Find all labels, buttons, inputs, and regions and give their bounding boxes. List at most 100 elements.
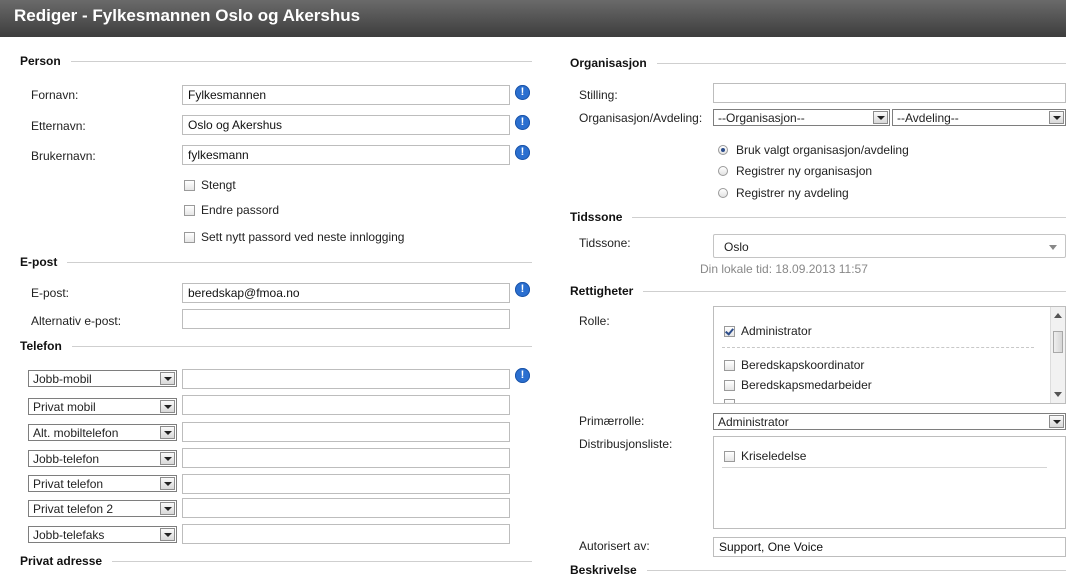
telefon-type-value: Jobb-telefaks [33,528,105,542]
distribusjon-item-kriseledelse[interactable]: Kriseledelse [724,449,806,463]
rolle-divider [722,347,1034,348]
telefon-type-select-7[interactable]: Jobb-telefaks [28,526,177,543]
distribusjon-kriseledelse-checkbox[interactable] [724,450,735,462]
telefon-type-select-6[interactable]: Privat telefon 2 [28,500,177,517]
telefon-input-1[interactable] [182,369,510,389]
endre-passord-checkbox-box[interactable] [184,204,195,216]
radio-ny-avdeling-dot[interactable] [718,188,728,198]
sett-nytt-passord-checkbox[interactable]: Sett nytt passord ved neste innlogging [184,230,404,244]
rolle-item-administrator[interactable]: Administrator [724,324,812,338]
telefon-type-select-3[interactable]: Alt. mobiltelefon [28,424,177,441]
dialog-title: Rediger - Fylkesmannen Oslo og Akershus [14,6,361,25]
fornavn-label: Fornavn: [31,88,79,102]
autorisert-label: Autorisert av: [579,539,650,553]
distribusjonsliste-listbox[interactable]: Kriseledelse [713,436,1066,529]
fornavn-info-icon[interactable]: ! [515,85,530,100]
endre-passord-checkbox[interactable]: Endre passord [184,203,279,217]
edit-form: Person Fornavn: Fylkesmannen ! Etternavn… [8,37,1066,577]
primaerrolle-select[interactable]: Administrator [713,413,1066,430]
chevron-down-icon[interactable] [160,426,175,439]
stengt-checkbox[interactable]: Stengt [184,178,236,192]
etternavn-input[interactable]: Oslo og Akershus [182,115,510,135]
section-organisasjon: Organisasjon [570,56,1066,70]
section-epost: E-post [20,255,532,269]
epost-input[interactable]: beredskap@fmoa.no [182,283,510,303]
radio-ny-avdeling-label: Registrer ny avdeling [736,186,849,200]
telefon-type-select-4[interactable]: Jobb-telefon [28,450,177,467]
telefon-type-select-5[interactable]: Privat telefon [28,475,177,492]
brukernavn-input[interactable]: fylkesmann [182,145,510,165]
distribusjonsliste-label: Distribusjonsliste: [579,437,673,451]
radio-ny-organisasjon-dot[interactable] [718,166,728,176]
radio-ny-organisasjon[interactable]: Registrer ny organisasjon [718,164,872,178]
scroll-up-icon[interactable] [1054,313,1062,318]
chevron-down-icon[interactable] [160,502,175,515]
autorisert-input: Support, One Voice [713,537,1066,557]
telefon-input-3[interactable] [182,422,510,442]
tidssone-select[interactable]: Oslo [713,234,1066,258]
etternavn-label: Etternavn: [31,119,86,133]
chevron-down-icon[interactable] [160,372,175,385]
rolle-item-partial [724,399,741,403]
rolle-item-beredskapsmedarbeider[interactable]: Beredskapsmedarbeider [724,378,872,392]
rolle-beredskapskoordinator-checkbox[interactable] [724,359,735,371]
fornavn-input[interactable]: Fylkesmannen [182,85,510,105]
section-tidssone-heading: Tidssone [570,210,623,224]
telefon-info-icon[interactable]: ! [515,368,530,383]
scroll-down-icon[interactable] [1054,392,1062,397]
telefon-type-select-1[interactable]: Jobb-mobil [28,370,177,387]
rolle-scrollbar[interactable] [1050,307,1065,403]
rolle-listbox[interactable]: Administrator Beredskapskoordinator Bere… [713,306,1066,404]
organisasjon-select[interactable]: --Organisasjon-- [713,109,890,126]
telefon-type-select-2[interactable]: Privat mobil [28,398,177,415]
telefon-input-6[interactable] [182,498,510,518]
stengt-checkbox-box[interactable] [184,179,195,191]
scroll-thumb[interactable] [1053,331,1063,353]
epost-label: E-post: [31,286,70,300]
alt-epost-input[interactable] [182,309,510,329]
rolle-item-beredskapskoordinator[interactable]: Beredskapskoordinator [724,358,864,372]
brukernavn-info-icon[interactable]: ! [515,145,530,160]
etternavn-info-icon[interactable]: ! [515,115,530,130]
section-epost-heading: E-post [20,255,58,269]
telefon-type-value: Jobb-mobil [33,372,92,386]
stilling-label: Stilling: [579,88,618,102]
radio-bruk-valgt[interactable]: Bruk valgt organisasjon/avdeling [718,143,909,157]
section-person: Person [20,54,532,68]
radio-ny-avdeling[interactable]: Registrer ny avdeling [718,186,849,200]
chevron-down-icon[interactable] [160,477,175,490]
telefon-input-7[interactable] [182,524,510,544]
rolle-beredskapsmedarbeider-checkbox[interactable] [724,379,735,391]
avdeling-select[interactable]: --Avdeling-- [892,109,1066,126]
rolle-administrator-checkbox[interactable] [724,325,735,337]
section-telefon-heading: Telefon [20,339,62,353]
rolle-partial-checkbox[interactable] [724,399,735,403]
chevron-down-icon[interactable] [160,400,175,413]
local-time-text: Din lokale tid: 18.09.2013 11:57 [700,262,868,276]
section-telefon: Telefon [20,339,532,353]
telefon-input-5[interactable] [182,474,510,494]
dialog-titlebar: Rediger - Fylkesmannen Oslo og Akershus [0,0,1066,37]
telefon-input-4[interactable] [182,448,510,468]
chevron-down-icon[interactable] [1049,415,1064,428]
epost-info-icon[interactable]: ! [515,282,530,297]
endre-passord-label: Endre passord [201,203,280,217]
primaerrolle-label: Primærrolle: [579,414,645,428]
chevron-down-icon[interactable] [160,528,175,541]
radio-bruk-valgt-dot[interactable] [718,145,728,155]
sett-nytt-passord-checkbox-box[interactable] [184,231,195,243]
stilling-input[interactable] [713,83,1066,103]
chevron-down-icon[interactable] [160,452,175,465]
telefon-type-value: Jobb-telefon [33,452,100,466]
radio-ny-organisasjon-label: Registrer ny organisasjon [736,164,873,178]
telefon-input-2[interactable] [182,395,510,415]
primaerrolle-select-value: Administrator [718,415,789,429]
telefon-type-value: Privat telefon [33,477,104,491]
avdeling-select-value: --Avdeling-- [897,111,959,125]
section-privat-adresse-heading: Privat adresse [20,554,103,568]
distribusjon-kriseledelse-label: Kriseledelse [741,449,807,463]
chevron-down-icon[interactable] [1049,111,1064,124]
section-privat-adresse: Privat adresse [20,554,532,568]
chevron-down-icon[interactable] [1049,245,1057,250]
chevron-down-icon[interactable] [873,111,888,124]
